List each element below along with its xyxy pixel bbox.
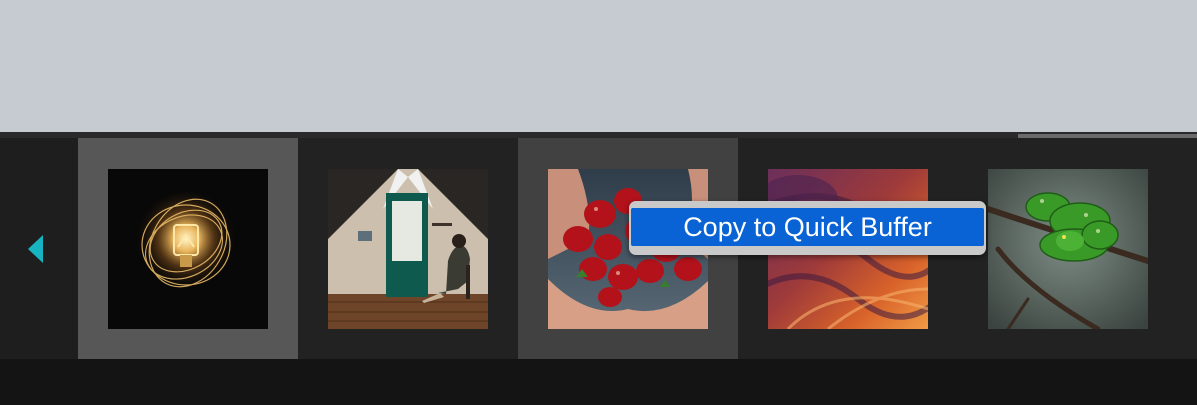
filmstrip-thumbnail-light-bulb[interactable] [78, 138, 298, 359]
python-photo [988, 169, 1148, 329]
thumbnail-image [108, 169, 268, 329]
attic-room-photo [328, 169, 488, 329]
top-pane [0, 0, 1197, 135]
thumbnail-image [328, 169, 488, 329]
copy-to-quick-buffer-menu-item[interactable]: Copy to Quick Buffer [631, 208, 984, 246]
bottom-bar [0, 359, 1197, 405]
thumbnail-image [988, 169, 1148, 329]
triangle-left-icon [28, 235, 43, 263]
filmstrip-thumbnail-python[interactable] [958, 138, 1178, 359]
filmstrip-thumbnail-attic-room[interactable] [298, 138, 518, 359]
context-menu: Copy to Quick Buffer [629, 201, 986, 255]
light-bulb-photo [108, 169, 268, 329]
filmstrip-previous-button[interactable] [0, 138, 78, 359]
